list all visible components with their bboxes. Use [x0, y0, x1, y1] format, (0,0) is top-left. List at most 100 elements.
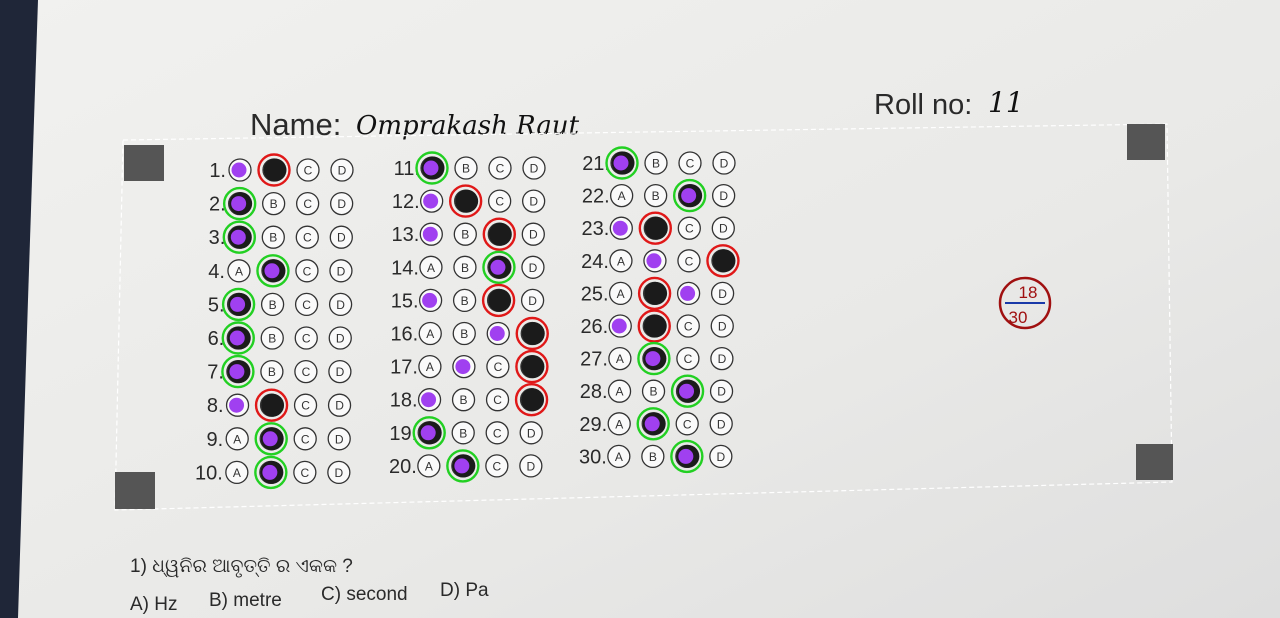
- question-number: 15.: [391, 290, 419, 312]
- question-number: 14.: [391, 257, 419, 279]
- student-mark: [261, 393, 285, 417]
- option-letter: D: [335, 466, 344, 480]
- option-letter: B: [650, 385, 658, 399]
- option-letter: C: [302, 298, 311, 312]
- roll-value: 11: [988, 86, 1024, 119]
- answer-key-dot: [229, 364, 245, 380]
- answer-key-dot: [421, 392, 437, 408]
- answer-key-dot: [454, 458, 470, 474]
- option-letter: C: [493, 426, 502, 440]
- option-letter: B: [461, 228, 469, 242]
- answer-key-dot: [611, 318, 627, 334]
- question-number: 28.: [580, 381, 608, 403]
- alignment-marker-bottom-left: [115, 472, 155, 509]
- option-letter: C: [303, 197, 312, 211]
- option-letter: D: [528, 294, 537, 308]
- option-letter: A: [616, 385, 624, 399]
- option-letter: C: [493, 393, 502, 407]
- option-letter: C: [303, 231, 312, 245]
- question-number: 17.: [390, 357, 418, 379]
- question-number: 24.: [581, 251, 609, 273]
- answer-key-dot: [680, 285, 696, 301]
- option-letter: D: [337, 264, 346, 278]
- option-letter: D: [338, 164, 347, 178]
- option-letter: D: [718, 287, 727, 301]
- option-letter: D: [529, 228, 538, 242]
- question-option-c: C) second: [321, 584, 408, 605]
- student-mark: [643, 314, 667, 338]
- student-mark: [521, 355, 545, 379]
- score-badge: 18 30: [998, 276, 1052, 330]
- option-letter: B: [461, 294, 469, 308]
- option-letter: C: [301, 432, 310, 446]
- question-number: 29.: [579, 414, 607, 436]
- question-number: 22.: [582, 186, 610, 208]
- alignment-marker-top-right: [1127, 124, 1165, 160]
- alignment-marker-top-left: [124, 145, 164, 181]
- option-letter: C: [302, 332, 311, 346]
- option-letter: A: [616, 352, 624, 366]
- student-mark: [488, 288, 512, 312]
- option-letter: B: [268, 365, 276, 379]
- question-number: 30.: [579, 446, 607, 468]
- option-letter: D: [336, 365, 345, 379]
- option-letter: C: [683, 417, 692, 431]
- score-total: 30: [1009, 308, 1028, 327]
- question-number: 18.: [390, 390, 418, 412]
- option-letter: B: [652, 157, 660, 171]
- answer-key-dot: [645, 351, 661, 367]
- option-letter: C: [686, 157, 695, 171]
- option-letter: D: [720, 157, 729, 171]
- question-number: 20.: [389, 456, 417, 478]
- question-number: 25.: [581, 283, 609, 305]
- option-letter: D: [337, 197, 346, 211]
- alignment-marker-bottom-right: [1136, 444, 1173, 480]
- question-number: 8.: [207, 395, 224, 417]
- answer-key-dot: [490, 259, 506, 275]
- option-letter: D: [335, 399, 344, 413]
- question-option-b: B) metre: [209, 590, 282, 611]
- question-number: 16.: [390, 324, 418, 346]
- option-letter: A: [618, 189, 626, 203]
- option-letter: A: [615, 450, 623, 464]
- option-letter: C: [496, 162, 505, 176]
- option-letter: D: [718, 320, 727, 334]
- option-letter: C: [495, 195, 504, 209]
- answer-key-dot: [264, 263, 280, 279]
- option-letter: B: [268, 332, 276, 346]
- student-mark: [263, 158, 287, 182]
- question-number: 23.: [581, 218, 609, 240]
- option-letter: A: [235, 264, 243, 278]
- option-letter: A: [425, 459, 433, 473]
- omr-photo: Name: Omprakash Raut Roll no: 11 1.ABCD2…: [0, 0, 1280, 618]
- score-obtained: 18: [1019, 283, 1038, 302]
- option-letter: A: [426, 360, 434, 374]
- option-letter: C: [493, 459, 502, 473]
- option-letter: A: [427, 261, 435, 275]
- answer-key-dot: [489, 326, 505, 341]
- option-letter: B: [462, 162, 470, 176]
- question-number: 4.: [208, 261, 225, 283]
- option-letter: A: [233, 466, 241, 480]
- answer-key-dot: [681, 188, 697, 204]
- option-letter: D: [529, 195, 538, 209]
- option-letter: C: [301, 399, 310, 413]
- option-letter: B: [269, 298, 277, 312]
- question-number: 1.: [209, 160, 226, 182]
- option-letter: C: [494, 360, 503, 374]
- question-number: 27.: [580, 349, 608, 371]
- answer-key-dot: [423, 160, 439, 176]
- option-letter: D: [335, 432, 344, 446]
- option-letter: D: [527, 459, 536, 473]
- answer-key-dot: [644, 416, 660, 432]
- student-mark: [712, 249, 736, 273]
- answer-key-dot: [262, 464, 278, 480]
- option-letter: B: [270, 197, 278, 211]
- question-number: 10.: [195, 462, 223, 484]
- answer-key-dot: [455, 359, 471, 375]
- answer-key-dot: [612, 220, 628, 236]
- option-letter: C: [684, 320, 693, 334]
- option-letter: A: [615, 417, 623, 431]
- question-number: 26.: [580, 316, 608, 338]
- answer-key-dot: [422, 292, 438, 308]
